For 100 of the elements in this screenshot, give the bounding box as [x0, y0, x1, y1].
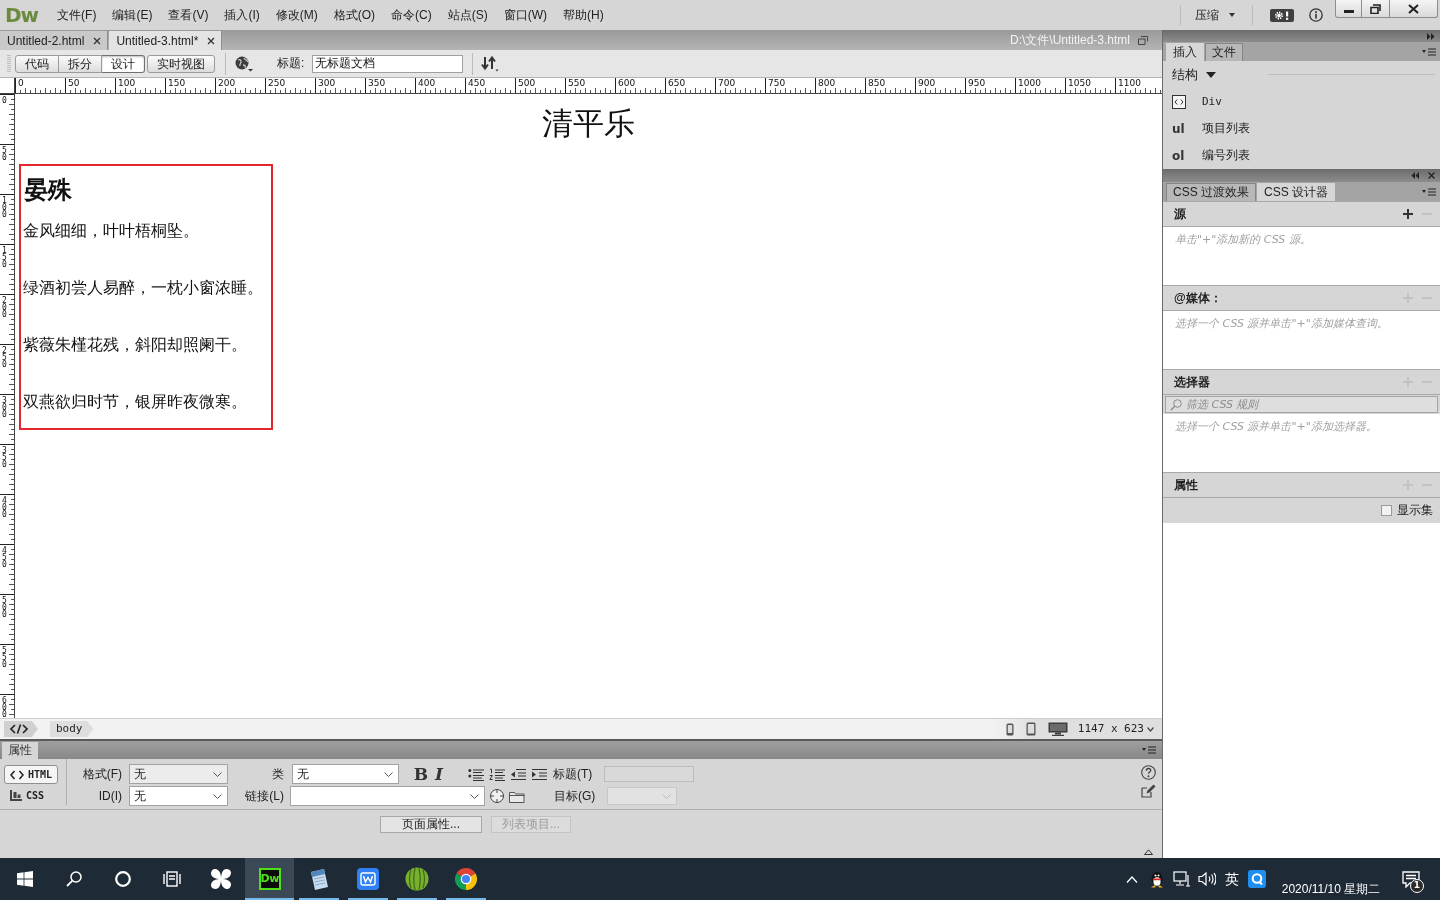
restore-icon[interactable] [1138, 35, 1148, 45]
menu-item[interactable]: 窗口(W) [495, 5, 556, 25]
volume-icon[interactable] [1197, 872, 1216, 886]
poem-title: 清平乐 [542, 106, 635, 140]
filter-field[interactable]: 筛选 CSS 规则 [1165, 396, 1438, 413]
panel-tab[interactable]: 属性 [2, 742, 38, 759]
menu-item[interactable]: 格式(O) [325, 5, 384, 25]
minimize-button[interactable] [1335, 0, 1362, 18]
checkbox-label[interactable]: 显示集 [1397, 502, 1433, 519]
chevron-down-icon [662, 793, 672, 799]
panel-menu-icon[interactable] [1422, 47, 1436, 56]
panel-tab[interactable]: 文件 [1205, 43, 1243, 61]
date-text[interactable]: 2020/11/10 星期二 [1281, 882, 1381, 896]
input-method-indicator[interactable]: 英 [1224, 871, 1239, 887]
numbered-list-icon[interactable] [489, 767, 505, 781]
document-tab[interactable]: Untitled-3.html* [109, 31, 223, 50]
sort-icon[interactable] [481, 55, 500, 72]
close-icon[interactable] [207, 36, 216, 45]
ruler-label: 550 [2, 647, 7, 668]
menu-item[interactable]: 编辑(E) [104, 5, 161, 25]
outdent-icon[interactable] [510, 767, 526, 781]
crosshair-icon[interactable] [489, 788, 505, 804]
ruler-label: 50 [2, 147, 7, 161]
class-select[interactable]: 无 [292, 764, 399, 784]
ruler-label: 400 [417, 78, 436, 88]
pencil-icon[interactable] [1141, 783, 1156, 798]
taskbar-button[interactable]: Dw [245, 858, 294, 900]
menu-item[interactable]: 插入(I) [216, 5, 268, 25]
view-button[interactable]: 实时视图 [147, 54, 215, 73]
dialog-button[interactable]: 页面属性... [380, 816, 482, 833]
tag-selector[interactable]: body [50, 721, 94, 737]
gear-alert-icon[interactable] [1270, 8, 1294, 22]
bold-button[interactable]: B [412, 764, 430, 784]
menu-item[interactable]: 命令(C) [383, 5, 440, 25]
panel-tab[interactable]: CSS 设计器 [1257, 183, 1336, 201]
info-icon[interactable] [1309, 8, 1323, 22]
ruler-label: 150 [2, 247, 7, 268]
section-title: @媒体： [1174, 289, 1222, 307]
ruler-label: 100 [2, 197, 7, 218]
globe-icon[interactable] [235, 55, 253, 72]
category-dropdown[interactable]: 结构 [1172, 65, 1216, 84]
close-button[interactable] [1390, 0, 1438, 18]
menu-item[interactable]: 帮助(H) [555, 5, 612, 25]
view-button[interactable]: 拆分 [59, 54, 102, 73]
tablet-icon[interactable] [1025, 722, 1036, 736]
checkbox[interactable] [1381, 505, 1392, 516]
code-box-icon[interactable] [1172, 94, 1186, 109]
mode-button[interactable]: CSS [4, 786, 51, 805]
ruler-label: 400 [2, 497, 7, 518]
close-icon[interactable] [1428, 172, 1435, 179]
desktop-icon[interactable] [1047, 722, 1068, 736]
view-button[interactable]: 代码 [15, 54, 59, 73]
panel-menu-icon[interactable] [1422, 187, 1436, 196]
menu-item[interactable]: 文件(F) [49, 5, 105, 25]
restore-button[interactable] [1362, 0, 1390, 18]
mode-button[interactable]: HTML [4, 765, 59, 784]
grip-icon [7, 54, 11, 73]
link-field[interactable] [290, 786, 485, 806]
double-chevron-left-icon[interactable] [1411, 172, 1419, 179]
indent-icon[interactable] [531, 767, 547, 781]
ruler-label: 800 [817, 78, 836, 88]
phone-icon[interactable] [1005, 722, 1014, 736]
hint-text: 选择一个 CSS 源并单击"+"添加媒体查询。 [1175, 317, 1388, 330]
menu-item[interactable]: 查看(V) [160, 5, 217, 25]
bulleted-list-icon[interactable] [468, 767, 484, 781]
close-icon[interactable] [93, 36, 102, 45]
network-icon[interactable] [1172, 871, 1191, 887]
insert-item[interactable]: 项目列表 [1202, 120, 1250, 137]
id-select[interactable]: 无 [129, 786, 228, 806]
ruler-label: 500 [517, 78, 536, 88]
format-select[interactable]: 无 [129, 764, 228, 784]
poem-author: 晏殊 [24, 177, 72, 203]
menu-item[interactable]: 修改(M) [267, 5, 326, 25]
poem-line: 双燕欲归时节，银屏昨夜微寒。 [23, 392, 247, 412]
blocks-icon [10, 790, 22, 801]
chevron-down-icon[interactable] [1147, 726, 1154, 732]
italic-button[interactable]: I [432, 764, 446, 784]
insert-item[interactable]: Div [1202, 95, 1222, 108]
document-tab[interactable]: Untitled-2.html [0, 31, 109, 50]
title-input[interactable]: 无标题文档 [312, 54, 464, 73]
double-chevron-right-icon[interactable] [1427, 32, 1435, 40]
layout-dropdown[interactable]: 压缩 [1195, 5, 1235, 25]
panel-tab[interactable]: 插入 [1166, 43, 1204, 61]
chevron-up-icon[interactable] [1125, 875, 1138, 883]
panel-menu-icon[interactable] [1142, 746, 1156, 754]
plus-icon[interactable] [1403, 209, 1413, 219]
triangle-up-icon[interactable] [1144, 849, 1153, 855]
penguin-icon[interactable] [1149, 870, 1164, 888]
pinwheel-icon [209, 868, 232, 890]
folder-icon[interactable] [509, 789, 525, 803]
app-icon[interactable] [1247, 870, 1266, 888]
view-button[interactable]: 设计 [102, 54, 145, 73]
notification-icon[interactable] [1402, 870, 1420, 888]
help-icon[interactable] [1141, 765, 1156, 780]
insert-item[interactable]: 编号列表 [1202, 147, 1250, 164]
code-tag-button[interactable] [4, 721, 38, 737]
panel-tab[interactable]: CSS 过渡效果 [1166, 183, 1256, 201]
menu-item[interactable]: 站点(S) [439, 5, 496, 25]
ruler-label: 200 [2, 297, 7, 318]
field-label: ID(I) [98, 789, 122, 803]
